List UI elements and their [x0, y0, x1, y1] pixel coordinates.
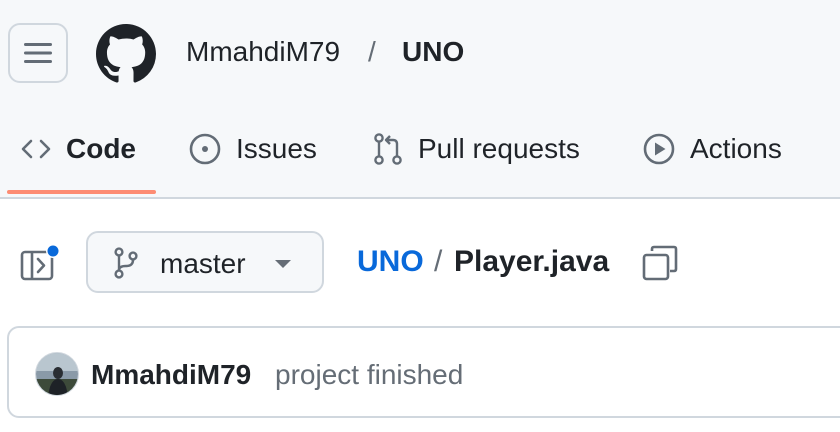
issue-opened-icon: [189, 133, 221, 165]
repo-owner-link[interactable]: MmahdiM79: [186, 36, 340, 68]
breadcrumb-file-name: Player.java: [454, 245, 610, 278]
latest-commit-bar: MmahdiM79 project finished: [7, 326, 840, 418]
tab-label: Issues: [236, 133, 317, 164]
git-branch-icon: [114, 247, 138, 279]
git-pull-request-icon: [374, 133, 402, 165]
commit-message-link[interactable]: project finished: [275, 359, 463, 391]
hamburger-icon: [24, 43, 52, 63]
commit-author-link[interactable]: MmahdiM79: [91, 359, 251, 391]
chevron-down-icon: [275, 260, 291, 268]
tab-actions[interactable]: Actions: [642, 118, 782, 180]
tab-code[interactable]: Code: [20, 118, 136, 180]
tab-issues[interactable]: Issues: [188, 118, 317, 180]
github-logo-icon[interactable]: [96, 24, 156, 84]
path-separator: /: [368, 36, 376, 67]
hamburger-menu-button[interactable]: [8, 23, 68, 83]
top-bar: MmahdiM79 / UNO: [0, 0, 840, 108]
copy-path-icon[interactable]: [642, 245, 678, 281]
repo-header: MmahdiM79 / UNO Code Issues Pull request…: [0, 0, 840, 199]
side-panel-toggle-icon[interactable]: [20, 244, 62, 282]
play-icon: [643, 133, 675, 165]
tab-label: Pull requests: [418, 133, 580, 164]
branch-selector-button[interactable]: master: [86, 231, 324, 293]
avatar-image: [36, 353, 78, 395]
tab-pull-requests[interactable]: Pull requests: [372, 118, 580, 180]
breadcrumb-repo-link[interactable]: UNO: [357, 245, 424, 279]
breadcrumb-separator: /: [434, 245, 443, 278]
notification-dot: [47, 245, 59, 257]
tab-label: Actions: [690, 133, 782, 164]
repo-name-link[interactable]: UNO: [402, 36, 464, 68]
active-tab-indicator: [7, 190, 156, 194]
code-icon: [21, 139, 51, 159]
branch-name: master: [160, 248, 246, 279]
avatar[interactable]: [35, 352, 79, 396]
tab-label: Code: [66, 133, 136, 164]
